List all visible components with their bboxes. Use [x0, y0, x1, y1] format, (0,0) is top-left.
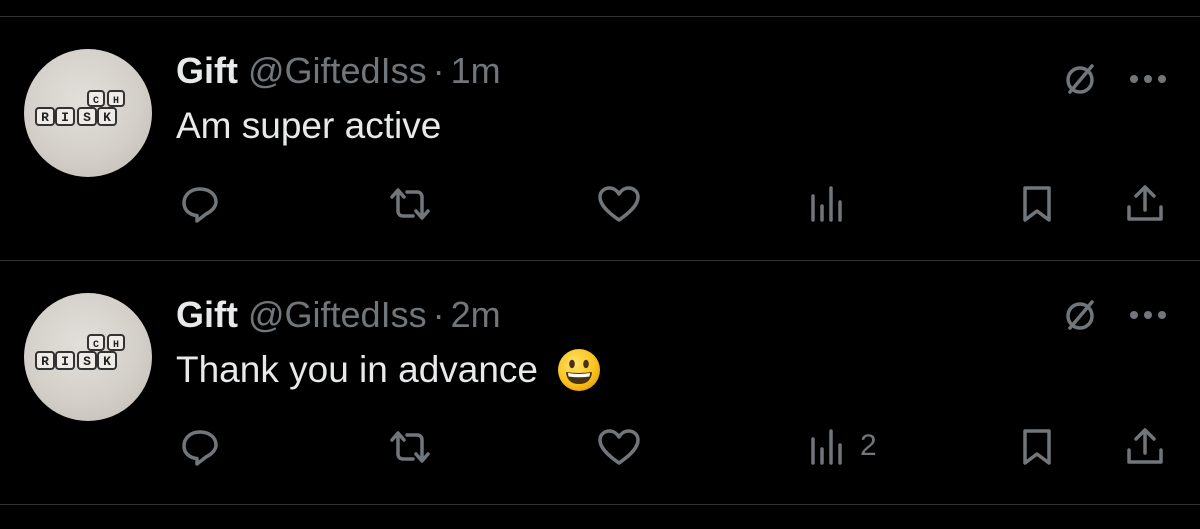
avatar-letter: K: [103, 354, 111, 369]
avatar-letter: C: [93, 96, 99, 107]
timestamp[interactable]: 2m: [451, 294, 501, 336]
grinning-face-emoji: [556, 347, 602, 393]
avatar-letter: C: [93, 340, 99, 351]
share-icon[interactable]: [1122, 180, 1168, 228]
tweet[interactable]: R I S K C H Gift @GiftedIss · 2m Thank y…: [0, 261, 1200, 505]
retweet-icon[interactable]: [384, 180, 436, 228]
user-handle[interactable]: @GiftedIss: [248, 50, 427, 92]
avatar-image: R I S K C H: [35, 90, 125, 126]
bookmark-icon[interactable]: [1016, 423, 1058, 471]
tweet-text-content: Thank you in advance: [176, 349, 539, 390]
views-icon[interactable]: [804, 423, 848, 471]
views-icon[interactable]: [804, 180, 848, 228]
timestamp[interactable]: 1m: [451, 50, 501, 92]
display-name[interactable]: Gift: [176, 50, 238, 92]
retweet-icon[interactable]: [384, 423, 436, 471]
bottom-divider: [0, 504, 1200, 505]
separator-dot: ·: [432, 294, 445, 335]
avatar-letter: H: [113, 340, 119, 351]
tweet-text-content: Am super active: [176, 105, 442, 146]
avatar-letter: R: [41, 354, 49, 369]
avatar-letter: H: [113, 96, 119, 107]
tweet-header: Gift @GiftedIss · 2m: [176, 294, 501, 336]
avatar-image: R I S K C H: [35, 334, 125, 370]
grok-icon[interactable]: [1058, 293, 1102, 337]
avatar-letter: R: [41, 110, 49, 125]
avatar[interactable]: R I S K C H: [24, 49, 152, 177]
avatar[interactable]: R I S K C H: [24, 293, 152, 421]
grok-icon[interactable]: [1058, 57, 1102, 101]
user-handle[interactable]: @GiftedIss: [248, 294, 427, 336]
share-icon[interactable]: [1122, 423, 1168, 471]
views-count: 2: [860, 429, 877, 462]
avatar-letter: I: [61, 110, 69, 125]
separator-dot: ·: [432, 50, 445, 91]
like-icon[interactable]: [594, 423, 644, 471]
like-icon[interactable]: [594, 180, 644, 228]
tweet-text: Thank you in advance: [176, 347, 602, 393]
display-name[interactable]: Gift: [176, 294, 238, 336]
avatar-letter: S: [83, 110, 91, 125]
tweet[interactable]: R I S K C H Gift @GiftedIss · 1m Am supe…: [0, 17, 1200, 261]
tweet-header: Gift @GiftedIss · 1m: [176, 50, 501, 92]
reply-icon[interactable]: [176, 180, 224, 228]
bookmark-icon[interactable]: [1016, 180, 1058, 228]
more-icon[interactable]: [1126, 59, 1170, 99]
avatar-letter: I: [61, 354, 69, 369]
avatar-letter: K: [103, 110, 111, 125]
avatar-letter: S: [83, 354, 91, 369]
more-icon[interactable]: [1126, 295, 1170, 335]
tweet-text: Am super active: [176, 105, 441, 147]
reply-icon[interactable]: [176, 423, 224, 471]
